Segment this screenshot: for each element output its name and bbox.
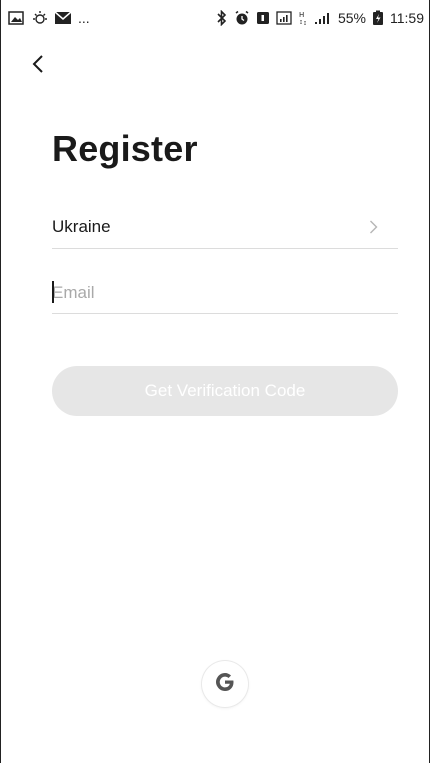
brightness-icon xyxy=(30,10,48,26)
battery-percent: 55% xyxy=(337,10,366,26)
page-title: Register xyxy=(52,128,198,169)
chevron-right-icon xyxy=(369,219,398,235)
google-sign-in-button[interactable] xyxy=(202,661,248,707)
mail-icon xyxy=(54,11,72,25)
alarm-icon xyxy=(234,10,250,26)
signal-box-icon xyxy=(276,11,292,25)
back-arrow-icon xyxy=(31,53,45,80)
sim-icon xyxy=(256,11,270,25)
country-label: Ukraine xyxy=(52,216,111,236)
bluetooth-icon xyxy=(216,10,228,26)
clock: 11:59 xyxy=(390,10,424,26)
email-field[interactable] xyxy=(52,272,398,314)
status-left: ... xyxy=(8,10,90,26)
more-notifications: ... xyxy=(78,10,90,26)
svg-text:H: H xyxy=(299,11,304,19)
status-bar: ... H 55% 11:59 xyxy=(0,0,430,36)
status-right: H 55% 11:59 xyxy=(216,10,424,26)
text-cursor xyxy=(52,281,54,303)
back-button[interactable] xyxy=(26,52,50,80)
network-type-icon: H xyxy=(298,10,308,26)
signal-strength-icon xyxy=(314,11,332,25)
get-verification-code-button[interactable]: Get Verification Code xyxy=(52,366,398,416)
gallery-icon xyxy=(8,11,24,25)
battery-charging-icon xyxy=(372,10,384,26)
google-logo-icon xyxy=(213,670,237,699)
country-selector[interactable]: Ukraine xyxy=(52,205,398,249)
